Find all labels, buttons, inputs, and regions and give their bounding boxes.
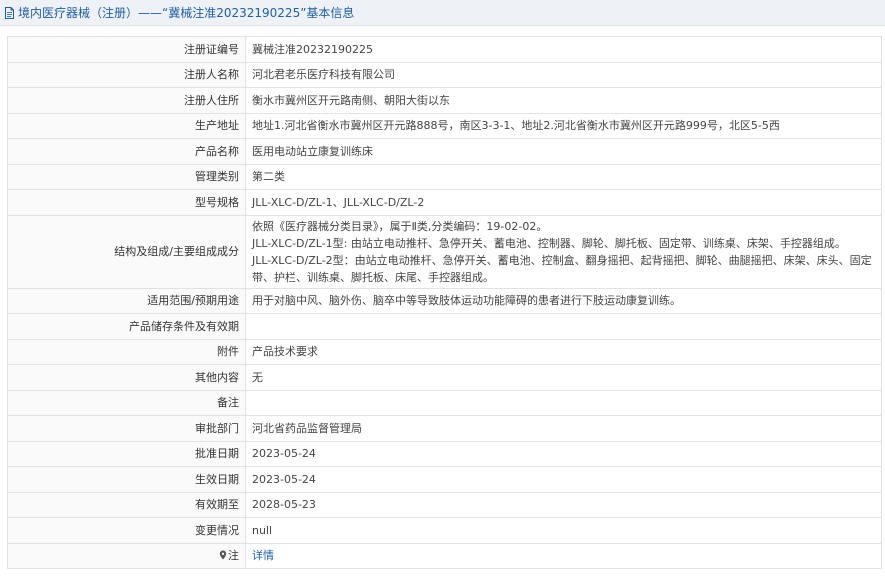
- row-label: 注册人住所: [7, 87, 246, 114]
- table-row: 有效期至 2028-05-23: [7, 491, 882, 518]
- row-value: 产品技术要求: [245, 338, 882, 365]
- note-label-cell: 注: [7, 542, 246, 569]
- row-label: 产品储存条件及有效期: [7, 313, 246, 340]
- row-value: 详情: [245, 542, 882, 569]
- row-label: 型号规格: [7, 189, 246, 216]
- row-label: 适用范围/预期用途: [7, 287, 246, 314]
- document-icon: [5, 6, 14, 19]
- table-row: 产品储存条件及有效期: [7, 313, 882, 340]
- row-label: 结构及组成/主要组成成分: [7, 214, 246, 289]
- row-label: 其他内容: [7, 364, 246, 391]
- row-label: 产品名称: [7, 138, 246, 165]
- row-label: 审批部门: [7, 415, 246, 442]
- table-row: 注 详情: [7, 542, 882, 569]
- table-row: 管理类别 第二类: [7, 163, 882, 190]
- row-value: 地址1.河北省衡水市冀州区开元路888号，南区3-3-1、地址2.河北省衡水市冀…: [245, 112, 882, 139]
- row-value: 衡水市冀州区开元路南侧、朝阳大街以东: [245, 87, 882, 114]
- row-label: 变更情况: [7, 517, 246, 544]
- table-row: 结构及组成/主要组成成分 依照《医疗器械分类目录》，属于Ⅱ类,分类编码：19-0…: [7, 214, 882, 289]
- table-row: 注册证编号 冀械注准20232190225: [7, 36, 882, 63]
- location-pin-icon: [219, 550, 227, 560]
- page-title: 境内医疗器械（注册）——“冀械注准20232190225”基本信息: [18, 6, 355, 20]
- details-link[interactable]: 详情: [252, 549, 274, 562]
- row-label: 有效期至: [7, 491, 246, 518]
- row-value: 河北君老乐医疗科技有限公司: [245, 61, 882, 88]
- row-label: 附件: [7, 338, 246, 365]
- info-table: 注册证编号 冀械注准20232190225 注册人名称 河北君老乐医疗科技有限公…: [7, 36, 882, 569]
- table-row: 生产地址 地址1.河北省衡水市冀州区开元路888号，南区3-3-1、地址2.河北…: [7, 112, 882, 139]
- row-label: 生效日期: [7, 466, 246, 493]
- row-label: 注册证编号: [7, 36, 246, 63]
- table-row: 变更情况 null: [7, 517, 882, 544]
- table-row: 批准日期 2023-05-24: [7, 440, 882, 467]
- row-label: 生产地址: [7, 112, 246, 139]
- structure-line: JLL-XLC-D/ZL-1型: 由站立电动推杆、急停开关、蓄电池、控制器、脚轮…: [252, 236, 846, 250]
- page-header: 境内医疗器械（注册）——“冀械注准20232190225”基本信息: [0, 0, 885, 26]
- structure-line: 依照《医疗器械分类目录》，属于Ⅱ类,分类编码：19-02-02。: [252, 219, 548, 233]
- row-value: 依照《医疗器械分类目录》，属于Ⅱ类,分类编码：19-02-02。 JLL-XLC…: [245, 214, 882, 289]
- table-row: 型号规格 JLL-XLC-D/ZL-1、JLL-XLC-D/ZL-2: [7, 189, 882, 216]
- table-row: 审批部门 河北省药品监督管理局: [7, 415, 882, 442]
- row-value: 无: [245, 364, 882, 391]
- row-value: 医用电动站立康复训练床: [245, 138, 882, 165]
- table-row: 注册人住所 衡水市冀州区开元路南侧、朝阳大街以东: [7, 87, 882, 114]
- row-label: 管理类别: [7, 163, 246, 190]
- row-value: JLL-XLC-D/ZL-1、JLL-XLC-D/ZL-2: [245, 189, 882, 216]
- row-value: 第二类: [245, 163, 882, 190]
- row-value: 2023-05-24: [245, 466, 882, 493]
- row-value: 2023-05-24: [245, 440, 882, 467]
- table-row: 适用范围/预期用途 用于对脑中风、脑外伤、脑卒中等导致肢体运动功能障碍的患者进行…: [7, 287, 882, 314]
- table-row: 生效日期 2023-05-24: [7, 466, 882, 493]
- row-value: null: [245, 517, 882, 544]
- table-row: 注册人名称 河北君老乐医疗科技有限公司: [7, 61, 882, 88]
- row-label: 注册人名称: [7, 61, 246, 88]
- table-row: 备注: [7, 389, 882, 416]
- table-row: 其他内容 无: [7, 364, 882, 391]
- table-row: 产品名称 医用电动站立康复训练床: [7, 138, 882, 165]
- table-row: 附件 产品技术要求: [7, 338, 882, 365]
- row-value: 河北省药品监督管理局: [245, 415, 882, 442]
- row-label: 批准日期: [7, 440, 246, 467]
- row-value: [245, 313, 882, 340]
- structure-line: JLL-XLC-D/ZL-2型：由站立电动推杆、急停开关、蓄电池、控制盒、翻身摇…: [252, 253, 872, 284]
- row-label: 备注: [7, 389, 246, 416]
- note-label: 注: [228, 549, 239, 563]
- row-value: [245, 389, 882, 416]
- row-value: 用于对脑中风、脑外伤、脑卒中等导致肢体运动功能障碍的患者进行下肢运动康复训练。: [245, 287, 882, 314]
- row-value: 2028-05-23: [245, 491, 882, 518]
- row-value: 冀械注准20232190225: [245, 36, 882, 63]
